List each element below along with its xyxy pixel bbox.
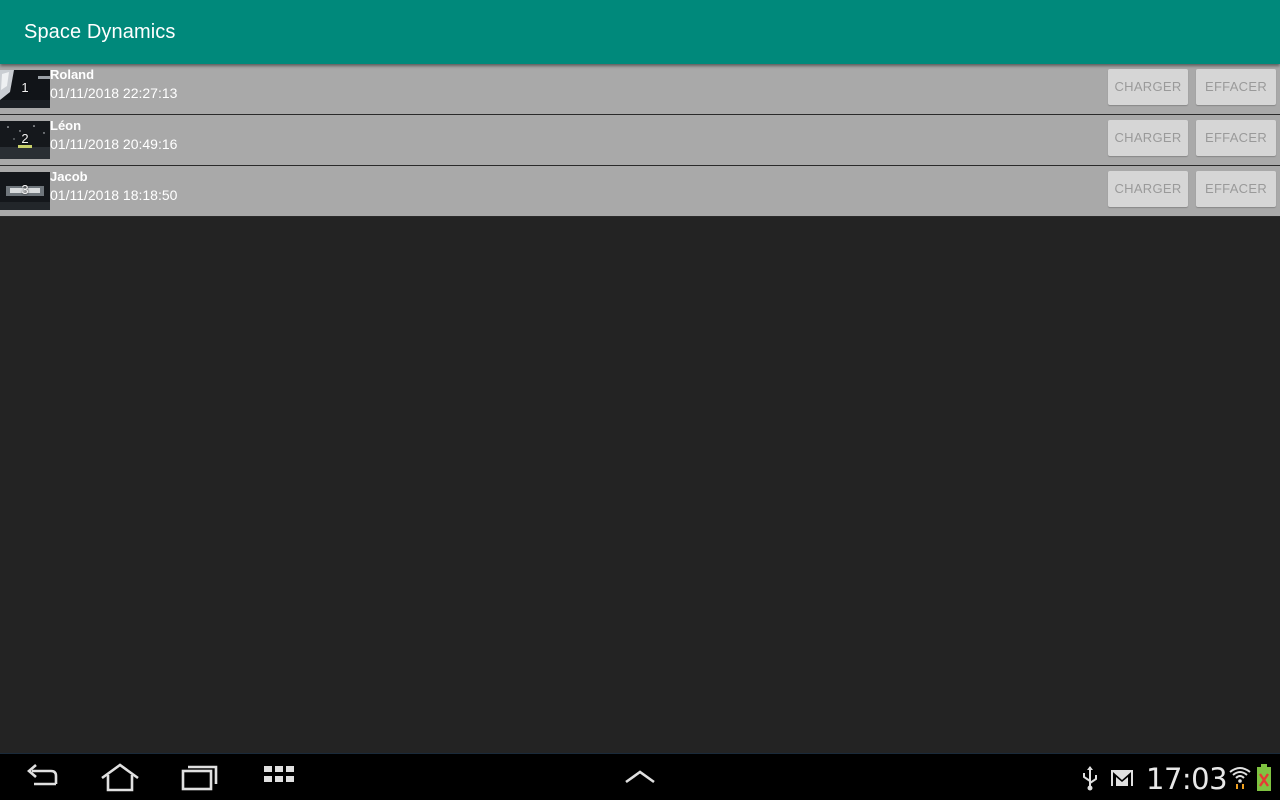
save-date: 01/11/2018 20:49:16 xyxy=(50,136,178,152)
save-index: 1 xyxy=(21,80,29,95)
delete-button[interactable]: EFFACER xyxy=(1196,69,1276,105)
content-area: 1 Roland 01/11/2018 22:27:13 CHARGER EFF… xyxy=(0,64,1280,753)
back-icon[interactable] xyxy=(22,762,62,792)
save-date: 01/11/2018 22:27:13 xyxy=(50,85,178,101)
wifi-icon xyxy=(1229,767,1251,789)
app-drawer-icon[interactable] xyxy=(262,762,298,792)
system-nav-bar: 17:03 xyxy=(0,753,1280,800)
recent-apps-icon[interactable] xyxy=(180,762,220,792)
load-button[interactable]: CHARGER xyxy=(1108,69,1188,105)
save-name: Roland xyxy=(50,67,95,82)
save-name: Léon xyxy=(50,118,82,133)
load-button[interactable]: CHARGER xyxy=(1108,120,1188,156)
delete-button[interactable]: EFFACER xyxy=(1196,120,1276,156)
save-index: 3 xyxy=(21,182,29,197)
save-name: Jacob xyxy=(50,169,88,184)
save-thumbnail: 3 xyxy=(0,172,50,210)
app-bar: Space Dynamics xyxy=(0,0,1280,64)
status-clock: 17:03 xyxy=(1146,762,1228,796)
delete-button[interactable]: EFFACER xyxy=(1196,171,1276,207)
expand-up-icon[interactable] xyxy=(622,762,658,792)
app-root: Space Dynamics 1 Roland 01/11/2018 22:27… xyxy=(0,0,1280,800)
home-icon[interactable] xyxy=(100,762,140,792)
list-item[interactable]: 2 Léon 01/11/2018 20:49:16 CHARGER EFFAC… xyxy=(0,115,1280,166)
battery-icon xyxy=(1257,764,1271,791)
save-thumbnail: 1 xyxy=(0,70,50,108)
save-list: 1 Roland 01/11/2018 22:27:13 CHARGER EFF… xyxy=(0,64,1280,217)
gmail-icon xyxy=(1111,770,1133,786)
save-index: 2 xyxy=(21,131,29,146)
load-button[interactable]: CHARGER xyxy=(1108,171,1188,207)
app-title: Space Dynamics xyxy=(24,21,176,43)
list-item[interactable]: 1 Roland 01/11/2018 22:27:13 CHARGER EFF… xyxy=(0,64,1280,115)
list-item[interactable]: 3 Jacob 01/11/2018 18:18:50 CHARGER EFFA… xyxy=(0,166,1280,217)
save-date: 01/11/2018 18:18:50 xyxy=(50,187,178,203)
usb-icon xyxy=(1083,766,1097,791)
save-thumbnail: 2 xyxy=(0,121,50,159)
